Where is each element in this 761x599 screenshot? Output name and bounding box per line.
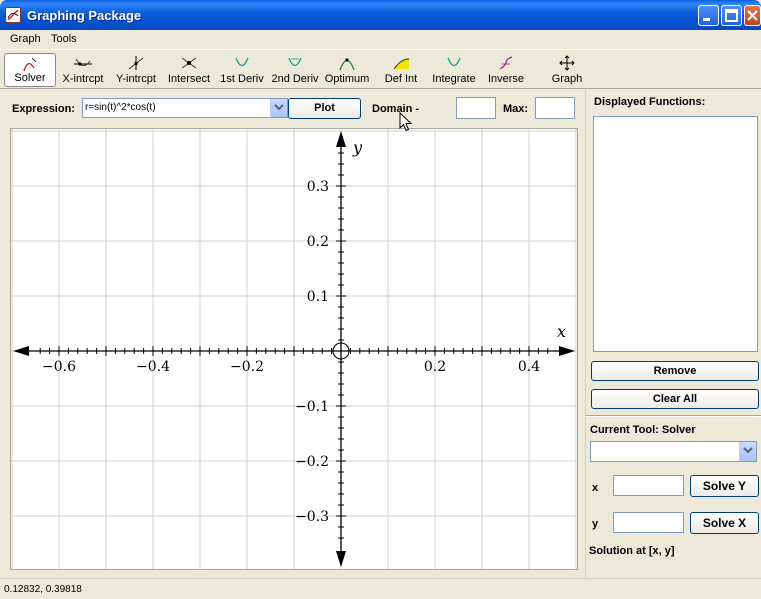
remove-button[interactable]: Remove [591,361,759,381]
optimum-icon [339,58,355,71]
y-intercept-icon [128,56,144,70]
solver-icon [23,57,37,72]
x-input-label: x [592,482,599,494]
tool-label: 1st Deriv [220,73,264,85]
tool-label: Inverse [487,73,525,85]
cursor-coordinates: 0.12832, 0.39818 [4,584,82,595]
tool-optimum[interactable]: Optimum [324,53,370,87]
menu-graph[interactable]: Graph [10,33,41,45]
tool-label: Def Int [384,73,418,85]
expression-label: Expression: [12,103,75,115]
tool-intersect[interactable]: Intersect [165,53,213,87]
tool-y-intercept[interactable]: Y-intrcpt [113,53,159,87]
second-derivative-icon [288,57,302,67]
tool-graph[interactable]: Graph [548,53,586,87]
tool-second-derivative[interactable]: 2nd Deriv [270,53,320,87]
window-title: Graphing Package [27,8,142,23]
y-tick-label: 0.2 [307,234,329,250]
graph-plot[interactable]: −0.6 −0.4 −0.2 0.2 0.4 0.3 0.2 0.1 −0.1 −0.2 −0.3 x… [11,129,577,569]
graph-canvas[interactable]: −0.6 −0.4 −0.2 0.2 0.4 0.3 0.2 0.1 −0.1 −0.2 −0.3 x… [10,128,578,570]
tool-solver[interactable]: Solver [4,53,56,87]
tool-option-select[interactable] [590,441,757,462]
inverse-icon [499,56,513,70]
x-axis-arrow-left [13,346,29,356]
y-tick-label: 0.3 [307,179,329,195]
tool-label: 2nd Deriv [271,73,319,85]
intersect-icon [181,57,197,69]
tool-label: Y-intrcpt [116,73,156,85]
minimize-button[interactable] [698,5,719,26]
title-bar: Graphing Package [0,0,761,30]
graph-move-icon [559,55,575,71]
x-tick-label: −0.2 [230,359,264,375]
tool-label: X-intrcpt [62,73,104,85]
x-axis-arrow-right [559,346,575,356]
x-axis-label: x [557,322,566,341]
solution-label: Solution at [x, y] [589,545,675,557]
x-intercept-icon [74,58,92,66]
tool-label: Intersect [167,73,211,85]
tool-first-derivative[interactable]: 1st Deriv [219,53,265,87]
solve-x-button[interactable]: Solve X [690,512,759,534]
displayed-functions-label: Displayed Functions: [594,96,706,108]
expression-dropdown-button[interactable] [270,99,287,117]
status-bar: 0.12832, 0.39818 [0,578,761,599]
tool-option-dropdown-button[interactable] [739,442,756,461]
y-tick-label: −0.2 [295,454,329,470]
expression-row: Expression: r=sin(t)^2*cos(t) Plot Domai… [6,94,582,124]
y-tick-label: −0.3 [295,509,329,525]
tool-x-intercept[interactable]: X-intrcpt [60,53,106,87]
tool-definite-integral[interactable]: Def Int [381,53,421,87]
menu-bar: Graph Tools [0,30,761,50]
y-input-label: y [592,518,599,530]
menu-tools[interactable]: Tools [51,33,77,45]
first-derivative-icon [235,57,249,67]
max-label: Max: [503,103,529,115]
y-tick-label: 0.1 [307,289,329,305]
expression-combobox[interactable]: r=sin(t)^2*cos(t) [82,98,288,118]
tool-label: Graph [551,73,583,85]
y-axis-arrow-up [336,131,346,147]
tool-label: Optimum [324,73,370,85]
current-tool-label: Current Tool: Solver [590,424,696,436]
x-tick-label: −0.4 [136,359,170,375]
y-tick-label: −0.1 [295,399,329,415]
tool-inverse[interactable]: Inverse [485,53,527,87]
tool-integrate[interactable]: Integrate [430,53,478,87]
toolbar: Solver X-intrcpt Y-intrcpt Intersect 1st… [0,51,761,89]
x-tick-label: 0.2 [424,359,446,375]
plot-button[interactable]: Plot [288,98,361,119]
maximize-button[interactable] [721,5,742,26]
x-tick-label: 0.4 [518,359,540,375]
x-tick-label: −0.6 [42,359,76,375]
domain-max-input[interactable] [535,97,575,119]
y-axis-arrow-down [336,551,346,567]
domain-min-input[interactable] [456,97,496,119]
expression-value: r=sin(t)^2*cos(t) [85,102,156,113]
mouse-cursor-icon [399,112,413,132]
solve-y-button[interactable]: Solve Y [690,475,759,497]
integrate-icon [447,57,461,67]
panel-divider [585,415,761,417]
chevron-down-icon [274,104,284,111]
tool-label: Solver [14,72,46,84]
y-value-input[interactable] [613,512,684,533]
close-button[interactable] [744,5,761,26]
clear-all-button[interactable]: Clear All [591,389,759,409]
app-icon[interactable] [5,7,21,23]
definite-integral-icon [393,58,410,70]
tool-label: Integrate [432,73,476,85]
y-axis-label: y [352,138,363,157]
chevron-down-icon [743,447,753,454]
displayed-functions-list[interactable] [593,116,758,352]
x-value-input[interactable] [613,475,684,496]
